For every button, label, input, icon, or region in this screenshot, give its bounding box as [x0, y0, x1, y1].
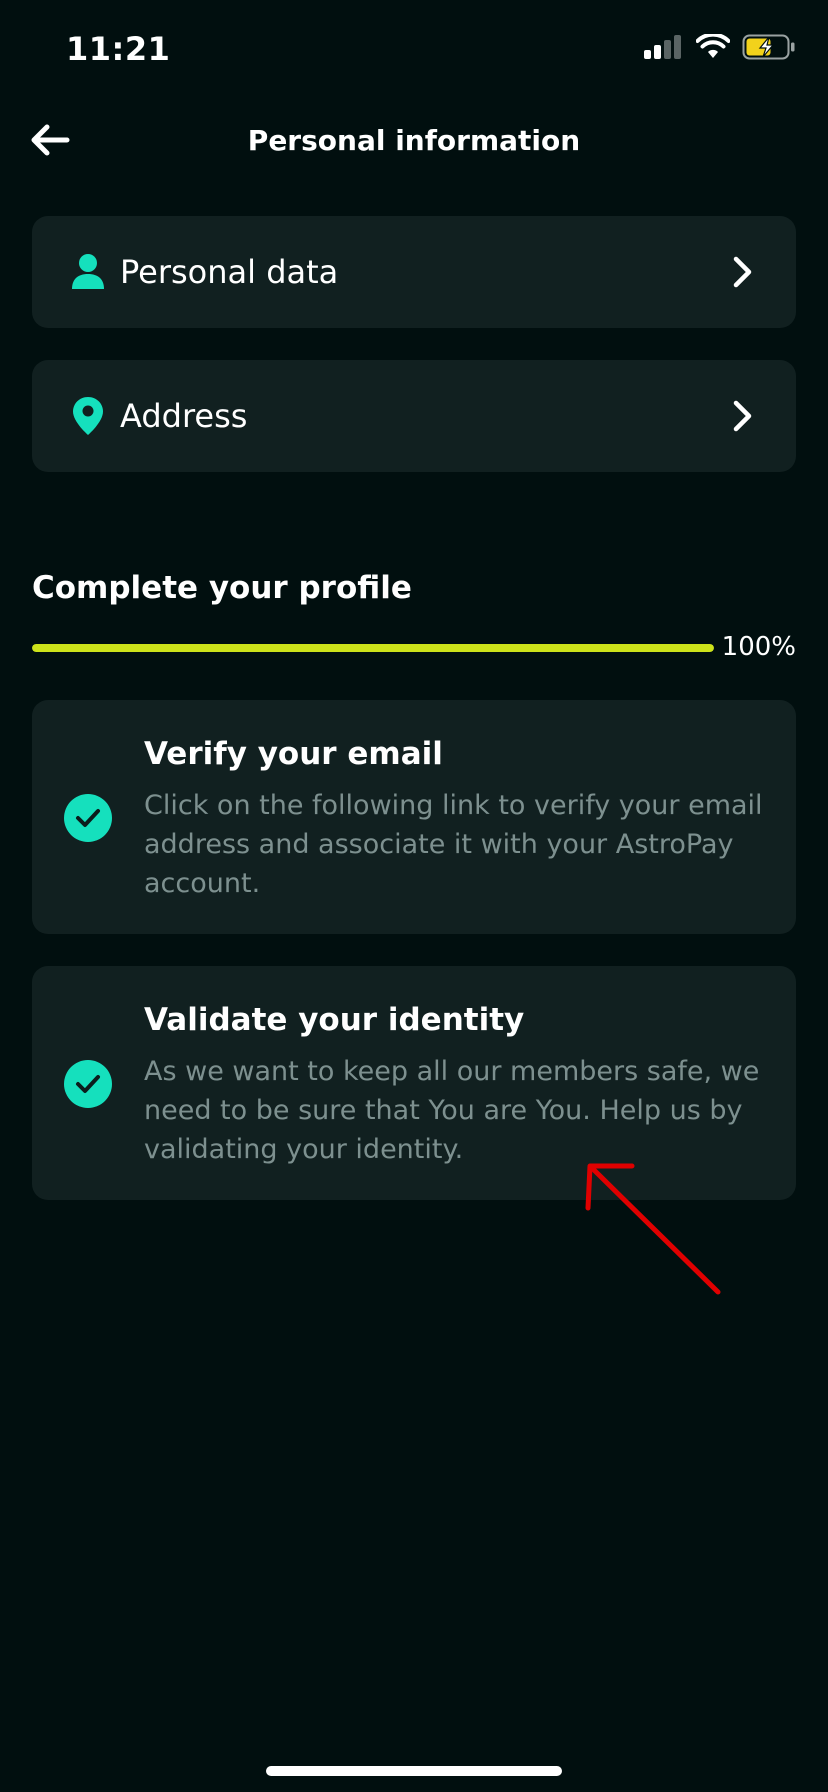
home-indicator [266, 1766, 562, 1776]
cellular-signal-icon [644, 35, 681, 59]
check-circle-icon [64, 794, 112, 842]
status-bar: 11:21 [0, 0, 828, 100]
chevron-right-icon [733, 400, 752, 432]
status-time: 11:21 [66, 30, 171, 68]
personal-data-row[interactable]: Personal data [32, 216, 796, 328]
location-pin-icon [66, 394, 110, 438]
status-icons [644, 34, 796, 60]
check-circle-icon [64, 1060, 112, 1108]
chevron-right-icon [733, 256, 752, 288]
address-label: Address [120, 397, 248, 435]
annotation-arrow-icon [585, 1163, 721, 1295]
profile-progress-fill [32, 644, 714, 652]
profile-progress-label: 100% [721, 632, 796, 662]
validate-identity-description: As we want to keep all our members safe,… [144, 1056, 760, 1165]
verify-email-card[interactable]: Verify your email Click on the following… [32, 700, 796, 934]
complete-profile-title: Complete your profile [32, 570, 412, 606]
header: Personal information [0, 110, 828, 174]
verify-email-description: Click on the following link to verify yo… [144, 790, 763, 899]
address-row[interactable]: Address [32, 360, 796, 472]
wifi-icon [696, 34, 730, 58]
verify-email-title: Verify your email [144, 736, 443, 772]
profile-progress-bar [32, 644, 714, 652]
battery-charging-icon [742, 34, 795, 60]
page-title: Personal information [247, 124, 581, 157]
personal-data-label: Personal data [120, 253, 339, 291]
validate-identity-title: Validate your identity [144, 1002, 525, 1038]
person-icon [66, 250, 110, 294]
